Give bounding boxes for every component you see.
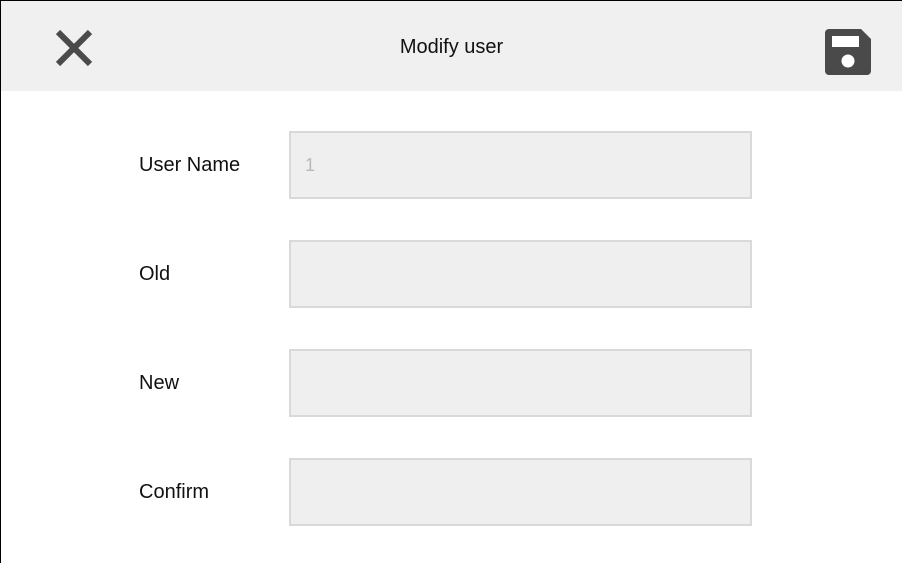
confirm-password-label: Confirm xyxy=(139,481,210,503)
new-password-label: New xyxy=(139,372,180,394)
form-row-old-password: Old xyxy=(1,240,902,310)
user-name-field[interactable] xyxy=(289,131,752,199)
old-password-label: Old xyxy=(139,263,171,285)
modify-user-dialog: Modify user User Name Old New Confirm xyxy=(0,0,902,563)
old-password-field[interactable] xyxy=(289,240,752,308)
form-row-new-password: New xyxy=(1,349,902,419)
form-row-user-name: User Name xyxy=(1,131,902,201)
header-bar: Modify user xyxy=(1,1,902,91)
form-row-confirm-password: Confirm xyxy=(1,458,902,528)
user-name-label: User Name xyxy=(139,154,241,176)
save-icon xyxy=(825,29,871,75)
page-title: Modify user xyxy=(399,36,504,58)
confirm-password-field[interactable] xyxy=(289,458,752,526)
save-button[interactable] xyxy=(823,27,873,77)
new-password-field[interactable] xyxy=(289,349,752,417)
